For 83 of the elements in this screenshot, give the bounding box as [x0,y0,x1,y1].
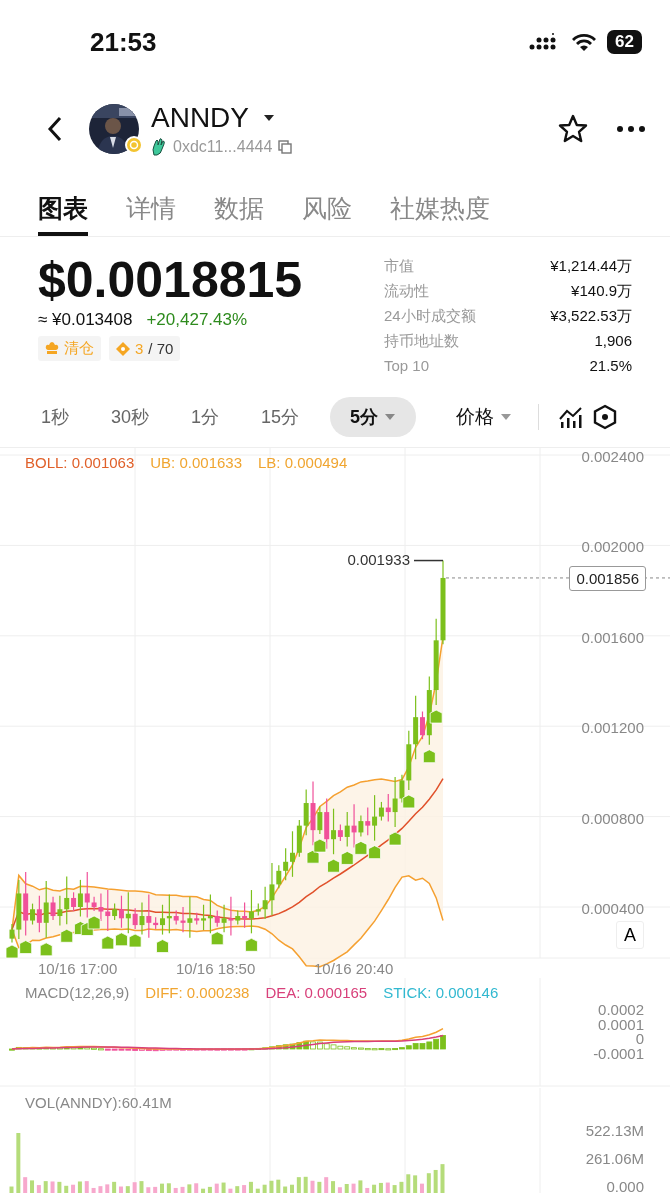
indicator-legend: DEA: 0.000165 [265,984,368,1001]
rank-total: / 70 [148,340,174,357]
stat-label: 24小时成交额 [384,306,476,326]
buy-marker-icon [128,933,142,948]
indicator-legend: BOLL: 0.001063 [25,454,135,471]
indicator-legend: LB: 0.000494 [258,454,348,471]
axis-label: 0.000400 [581,900,644,917]
interval-tab[interactable]: 30秒 [100,397,161,437]
price-change: +20,427.43% [146,310,248,330]
price-value: $0.0018815 [38,253,303,308]
high-price-label: 0.001933 [347,550,410,568]
buy-marker-icon [327,858,340,873]
axis-label: 0.001600 [581,628,644,646]
buy-marker-icon [388,831,402,846]
buy-marker-icon [156,939,169,953]
high-marker-line [413,559,444,562]
axis-label: 10/16 17:00 [38,960,118,977]
stat-value: ¥140.9万 [571,281,632,301]
tab[interactable]: 详情 [126,174,176,236]
stat-value: ¥1,214.44万 [550,256,632,276]
buy-marker-icon [210,931,224,946]
axis-label: 0.002000 [581,538,644,556]
axis-label: 10/16 18:50 [176,960,256,977]
stat-label: 持币地址数 [384,331,459,351]
buy-marker-icon [115,932,128,947]
tab[interactable]: 图表 [38,174,88,236]
settings-icon[interactable] [593,404,618,430]
current-price-label: 0.001856 [569,565,646,591]
stat-label: Top 10 [384,356,430,376]
status-time: 21:53 [90,26,157,58]
tab[interactable]: 风险 [302,174,352,236]
copy-icon[interactable] [278,140,293,154]
tab[interactable]: 数据 [214,174,264,236]
stat-value: 21.5% [589,356,632,376]
indicator-legend: UB: 0.001633 [150,454,242,471]
rank-value: 3 [135,340,144,357]
axis-label: 0.0002 [598,1002,644,1017]
hand-icon [151,138,167,156]
axis-label: 0.000 [606,1178,644,1195]
back-icon[interactable] [47,116,63,142]
interval-tab[interactable]: 5分 [330,397,417,437]
buy-marker-icon [429,709,443,724]
interval-tab[interactable]: 1分 [180,397,231,437]
axis-label: -0.0001 [593,1045,644,1061]
axis-label: 0 [635,1031,644,1046]
stat-value: 1,906 [594,331,632,351]
stat-label: 市值 [384,256,414,276]
indicator-dropdown[interactable]: 价格 [450,403,519,431]
chef-hat-icon [45,342,59,355]
buy-marker-icon [87,915,101,930]
diamond-icon [116,341,130,356]
buy-marker-icon [39,942,53,957]
more-icon[interactable] [616,125,646,133]
tab[interactable]: 社媒热度 [390,174,490,236]
battery-indicator: 62 [607,30,642,54]
axis-label: 0.001200 [581,719,644,737]
buy-marker-icon [245,937,258,952]
stat-value: ¥3,522.53万 [550,306,632,326]
star-icon[interactable] [558,114,588,144]
axis-label: 522.13M [585,1122,644,1139]
token-name[interactable]: ANNDY [151,102,249,134]
token-address: 0xdc11...4444 [173,138,273,156]
interval-tab[interactable]: 1秒 [30,397,80,437]
caret-icon[interactable] [263,114,275,122]
auto-scale-button[interactable]: A [616,921,644,949]
buy-marker-icon [101,935,115,950]
axis-label: 0.002400 [581,448,644,465]
stat-label: 流动性 [384,281,429,301]
axis-label: 261.06M [585,1150,644,1167]
axis-label: 0.0001 [598,1016,644,1032]
indicator-legend: DIFF: 0.000238 [145,984,250,1001]
wifi-icon [571,32,598,52]
tag-label: 清仓 [64,339,94,358]
indicator-legend: STICK: 0.000146 [383,984,499,1001]
axis-label: 10/16 20:40 [314,960,394,977]
indicator-title: VOL(ANNDY):60.41M [25,1094,172,1111]
interval-tab[interactable]: 15分 [250,397,311,437]
indicator-title: MACD(12,26,9) [25,984,130,1001]
buy-marker-icon [5,944,19,959]
coin-badge-icon [125,136,143,154]
price-cny: ≈ ¥0.013408 [38,310,133,330]
axis-label: 0.000800 [581,809,644,827]
chart-type-icon[interactable] [559,406,584,428]
